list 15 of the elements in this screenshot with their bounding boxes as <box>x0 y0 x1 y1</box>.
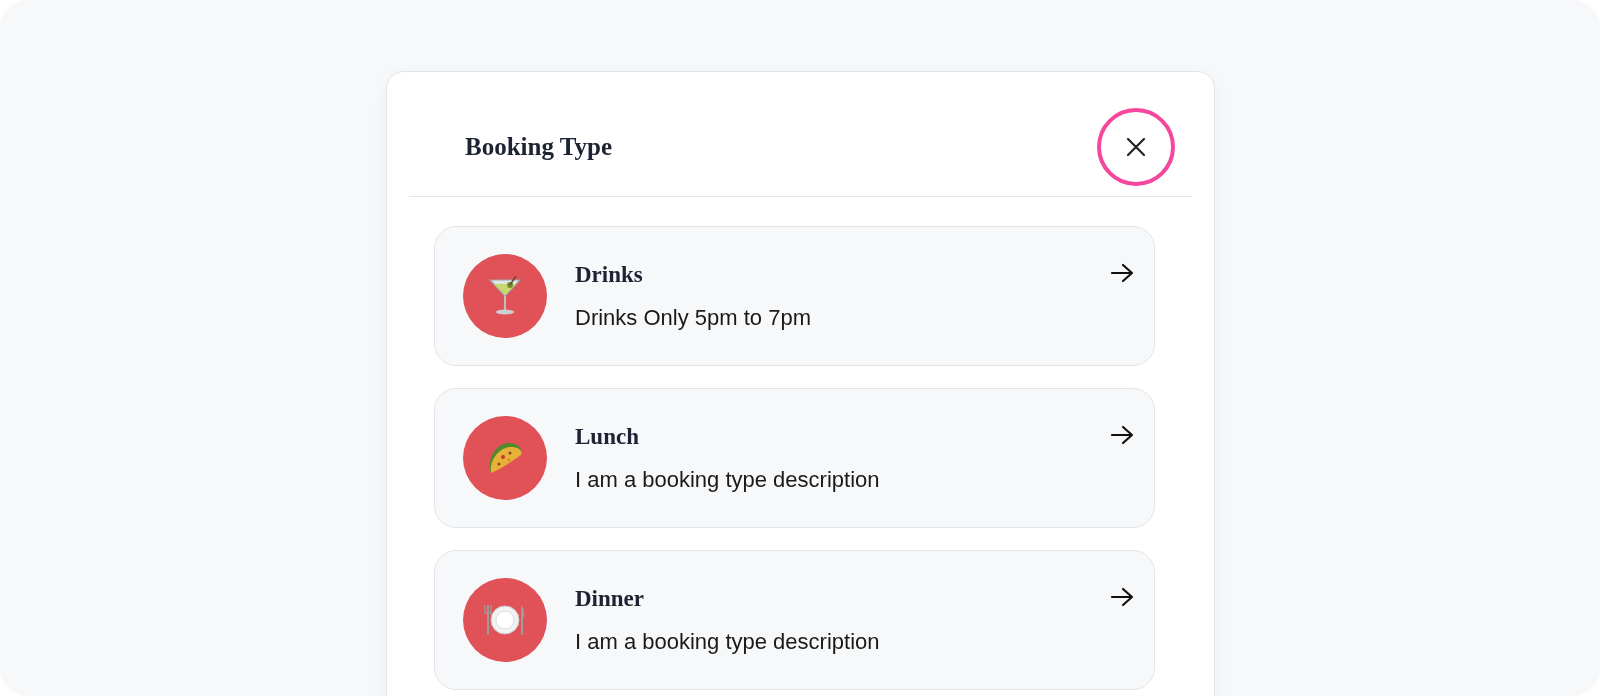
dialog-title: Booking Type <box>465 132 613 163</box>
close-icon <box>1125 136 1147 158</box>
cocktail-glass-icon <box>488 276 522 316</box>
booking-type-card[interactable]: Dinner I am a booking type description <box>434 550 1155 690</box>
booking-type-title: Lunch <box>575 423 640 452</box>
booking-type-card[interactable]: Drinks Drinks Only 5pm to 7pm <box>434 226 1155 366</box>
booking-type-description: I am a booking type description <box>575 465 880 494</box>
booking-type-title: Dinner <box>575 585 645 614</box>
arrow-right-icon <box>1110 263 1134 283</box>
booking-type-card[interactable]: Lunch I am a booking type description <box>434 388 1155 528</box>
arrow-right-icon <box>1110 425 1134 445</box>
arrow-right-icon <box>1110 587 1134 607</box>
booking-type-description: I am a booking type description <box>575 627 880 656</box>
booking-type-title: Drinks <box>575 261 644 290</box>
booking-type-description: Drinks Only 5pm to 7pm <box>575 303 811 332</box>
